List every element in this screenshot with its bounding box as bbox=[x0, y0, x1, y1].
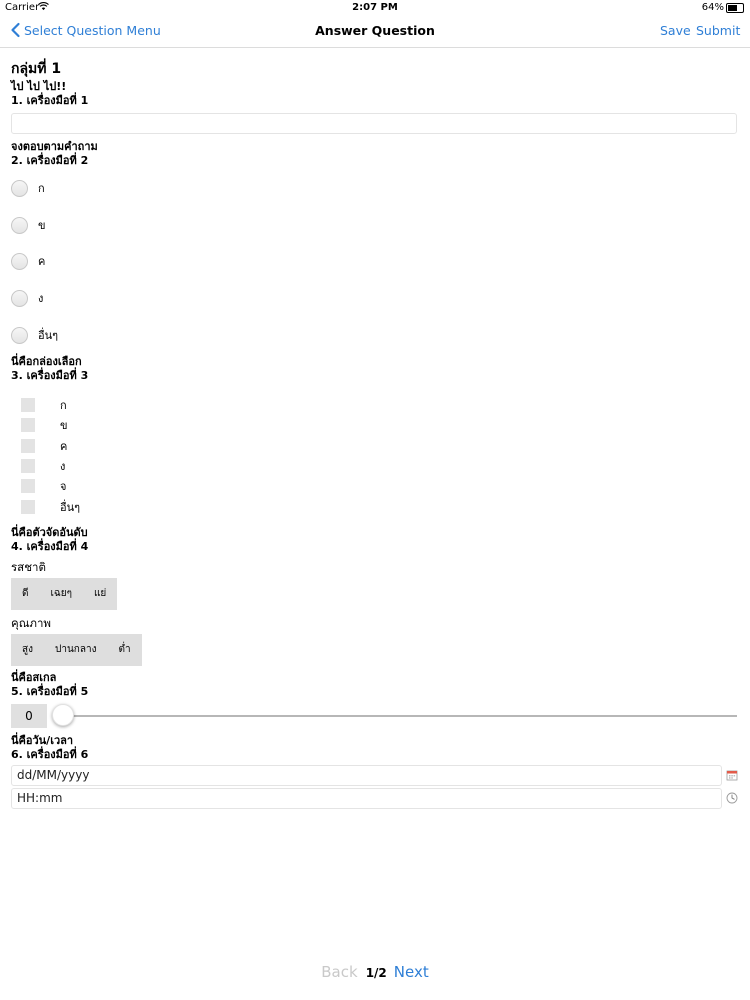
battery-fill bbox=[728, 5, 737, 11]
radio-option[interactable]: ค bbox=[11, 252, 45, 270]
pager-next-button[interactable]: Next bbox=[394, 963, 429, 981]
radio-option[interactable]: ก bbox=[11, 179, 45, 197]
q1-label: 1. เครื่องมือที่ 1 bbox=[11, 94, 89, 107]
checkbox-option[interactable]: ง bbox=[21, 457, 65, 475]
navigation-bar: Select Question Menu Answer Question Sav… bbox=[0, 16, 750, 48]
pager-back-button[interactable]: Back bbox=[321, 963, 357, 981]
ranking-option[interactable]: เฉยๆ bbox=[40, 578, 83, 610]
radio-button[interactable] bbox=[11, 216, 28, 234]
checkbox[interactable] bbox=[21, 500, 35, 514]
ranking-option[interactable]: ดี bbox=[11, 578, 40, 610]
checkbox-label: ข bbox=[60, 419, 68, 432]
clock-time: 2:07 PM bbox=[352, 2, 398, 13]
battery-percent: 64% bbox=[701, 2, 724, 13]
q6-description: นี่คือวัน/เวลา bbox=[11, 734, 74, 747]
ranking-option[interactable]: ต่ำ bbox=[107, 634, 141, 666]
status-bar: Carrier 2:07 PM 64% bbox=[0, 0, 750, 16]
q4-description: นี่คือตัวจัดอันดับ bbox=[11, 526, 88, 539]
q5-label: 5. เครื่องมือที่ 5 bbox=[11, 685, 89, 698]
radio-option[interactable]: ข bbox=[11, 216, 46, 234]
ranking-option[interactable]: แย่ bbox=[83, 578, 117, 610]
radio-button[interactable] bbox=[11, 252, 28, 270]
radio-option-label: อื่นๆ bbox=[38, 329, 59, 342]
chevron-left-icon bbox=[11, 22, 20, 38]
ranking-option[interactable]: ปานกลาง bbox=[44, 634, 107, 666]
battery-icon bbox=[726, 3, 744, 13]
q3-description: นี่คือกล่องเลือก bbox=[11, 355, 82, 368]
checkbox-option[interactable]: ข bbox=[21, 416, 68, 434]
ranking-segmented-control[interactable]: ดี เฉยๆ แย่ bbox=[11, 578, 118, 610]
ranking-segmented-control[interactable]: สูง ปานกลาง ต่ำ bbox=[11, 634, 142, 666]
q6-label: 6. เครื่องมือที่ 6 bbox=[11, 748, 89, 761]
checkbox[interactable] bbox=[21, 398, 35, 412]
checkbox-label: ค bbox=[60, 440, 68, 453]
checkbox[interactable] bbox=[21, 479, 35, 493]
ranking-title: รสชาติ bbox=[11, 560, 46, 574]
page-indicator: 1/2 bbox=[365, 966, 387, 980]
back-button[interactable]: Select Question Menu bbox=[9, 22, 161, 38]
q2-label: 2. เครื่องมือที่ 2 bbox=[11, 154, 89, 167]
calendar-icon[interactable] bbox=[726, 769, 738, 781]
checkbox[interactable] bbox=[21, 459, 35, 473]
radio-button[interactable] bbox=[11, 289, 28, 307]
radio-button[interactable] bbox=[11, 326, 28, 344]
back-button-label: Select Question Menu bbox=[24, 22, 161, 38]
radio-option-label: ก bbox=[38, 182, 45, 195]
radio-option-label: ข bbox=[38, 219, 46, 232]
scale-slider-track[interactable] bbox=[62, 715, 737, 717]
ranking-title: คุณภาพ bbox=[11, 616, 51, 630]
radio-option[interactable]: อื่นๆ bbox=[11, 326, 58, 344]
scale-value: 0 bbox=[11, 704, 47, 728]
pagination: Back 1/2 Next bbox=[0, 963, 750, 981]
q4-label: 4. เครื่องมือที่ 4 bbox=[11, 540, 89, 553]
q1-text-input[interactable] bbox=[11, 113, 737, 134]
time-input[interactable]: HH:mm bbox=[11, 788, 722, 809]
save-button[interactable]: Save bbox=[660, 23, 691, 38]
radio-option-label: ง bbox=[38, 292, 44, 305]
submit-button[interactable]: Submit bbox=[696, 23, 740, 38]
group-title: กลุ่มที่ 1 bbox=[11, 61, 62, 77]
radio-option-label: ค bbox=[38, 255, 46, 268]
checkbox-label: ง bbox=[60, 460, 66, 473]
checkbox-label: จ bbox=[60, 480, 67, 493]
clock-icon[interactable] bbox=[726, 792, 738, 804]
checkbox-option[interactable]: ค bbox=[21, 437, 67, 455]
checkbox[interactable] bbox=[21, 418, 35, 432]
checkbox-option[interactable]: ก bbox=[21, 396, 67, 414]
checkbox-label: ก bbox=[60, 399, 67, 412]
checkbox-option[interactable]: อื่นๆ bbox=[21, 498, 80, 516]
q1-description: ไป ไป ไป!! bbox=[11, 80, 67, 93]
q5-description: นี่คือสเกล bbox=[11, 671, 57, 684]
ranking-option[interactable]: สูง bbox=[11, 634, 44, 666]
scale-slider-thumb[interactable] bbox=[52, 704, 74, 726]
q2-description: จงตอบตามคำถาม bbox=[11, 140, 98, 153]
radio-button[interactable] bbox=[11, 179, 28, 197]
checkbox-option[interactable]: จ bbox=[21, 477, 66, 495]
checkbox[interactable] bbox=[21, 439, 35, 453]
q3-label: 3. เครื่องมือที่ 3 bbox=[11, 369, 89, 382]
date-input[interactable]: dd/MM/yyyy bbox=[11, 765, 722, 786]
checkbox-label: อื่นๆ bbox=[60, 501, 81, 514]
radio-option[interactable]: ง bbox=[11, 289, 43, 307]
